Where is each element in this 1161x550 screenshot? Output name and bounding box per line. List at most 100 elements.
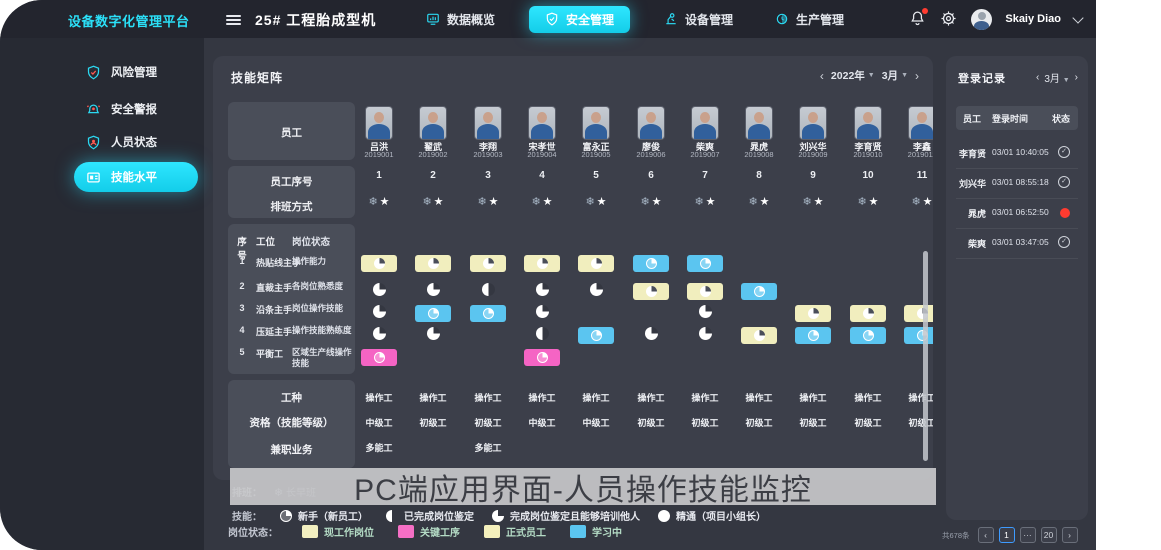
skill-level-half-icon <box>536 327 549 340</box>
skill-level-quarter-icon <box>646 258 657 269</box>
page-button-···[interactable]: ··· <box>1020 527 1036 543</box>
tab-4[interactable]: 生产管理 <box>767 7 852 32</box>
skill-cell[interactable] <box>624 283 678 300</box>
user-name[interactable]: Skaiy Diao <box>1005 13 1061 25</box>
vertical-scrollbar[interactable] <box>923 251 928 461</box>
sidebar-item-1[interactable]: 风险管理 <box>86 60 157 84</box>
status-color-swatch <box>570 525 586 538</box>
skill-cell[interactable] <box>515 349 569 366</box>
star-icon: ★ <box>597 196 607 208</box>
skill-cell[interactable] <box>515 255 569 272</box>
sidebar-item-2[interactable]: 安全警报 <box>86 97 157 121</box>
employee-no: 5 <box>569 170 623 181</box>
snowflake-icon: ❄ <box>585 196 594 208</box>
skill-cell[interactable] <box>461 305 515 322</box>
skill-cell[interactable] <box>515 327 569 345</box>
skill-cell[interactable] <box>841 327 895 344</box>
station-no: 3 <box>234 303 250 313</box>
skill-cell[interactable] <box>406 305 460 322</box>
employee-column: 翟武20190022❄★操作工初级工 <box>406 56 460 480</box>
skill-cell[interactable] <box>732 283 786 300</box>
notification-bell-icon[interactable] <box>909 10 927 28</box>
page-button-›[interactable]: › <box>1062 527 1078 543</box>
station-status: 操作能力 <box>292 256 352 267</box>
skill-cell[interactable] <box>786 327 840 344</box>
skill-cell[interactable] <box>841 305 895 322</box>
page-button-20[interactable]: 20 <box>1041 527 1057 543</box>
page-button-‹[interactable]: ‹ <box>978 527 994 543</box>
tab-label: 安全管理 <box>566 11 614 28</box>
station-status: 各岗位熟悉度 <box>292 281 352 292</box>
star-icon: ★ <box>489 196 499 208</box>
user-avatar[interactable] <box>971 9 992 30</box>
skill-cell[interactable] <box>678 283 732 300</box>
sidebar-item-label: 风险管理 <box>111 64 157 80</box>
skill-cell[interactable] <box>352 305 406 323</box>
sidebar-item-4[interactable]: 技能水平 <box>74 162 198 192</box>
station-name: 沿条主手 <box>256 303 292 316</box>
skill-cell[interactable] <box>624 327 678 345</box>
employee-id: 2019002 <box>406 150 460 159</box>
settings-gear-icon[interactable] <box>940 10 958 28</box>
skill-badge-pink <box>361 349 397 366</box>
login-row: 晁虎03/01 06:52:50 <box>956 198 1078 229</box>
grade-value: 初级工 <box>461 416 515 429</box>
skill-level-three-quarter-icon <box>373 305 386 318</box>
skill-cell[interactable] <box>678 305 732 323</box>
skill-cell[interactable] <box>569 327 623 344</box>
tab-2[interactable]: 安全管理 <box>529 6 630 33</box>
skill-level-three-quarter-icon <box>373 283 386 296</box>
header-employee: 员工 <box>963 112 981 125</box>
shift-icons: ❄★ <box>678 195 732 208</box>
skill-cell[interactable] <box>786 305 840 322</box>
skill-matrix-panel: 技能矩阵 ‹ 2022年▼ 3月▼ › 员工 员工序号 排班方式 序号 工位 岗… <box>213 56 933 480</box>
skill-cell[interactable] <box>624 255 678 272</box>
skill-cell[interactable] <box>352 255 406 272</box>
skill-level-three-quarter-icon <box>646 286 657 297</box>
tab-3[interactable]: 设备管理 <box>656 7 741 32</box>
user-menu-chevron-down-icon[interactable] <box>1072 12 1083 23</box>
skill-cell[interactable] <box>678 327 732 345</box>
skill-cell[interactable] <box>461 283 515 301</box>
work-type-value: 操作工 <box>406 391 460 404</box>
skill-level-quarter-icon <box>537 352 548 363</box>
skill-cell[interactable] <box>406 327 460 345</box>
next-month-button[interactable]: › <box>1075 72 1078 83</box>
skill-cell[interactable] <box>406 255 460 272</box>
star-icon: ★ <box>706 196 716 208</box>
employee-id: 2019001 <box>352 150 406 159</box>
status-color-swatch <box>484 525 500 538</box>
sidebar-item-3[interactable]: 人员状态 <box>86 130 157 154</box>
skill-cell[interactable] <box>515 305 569 323</box>
skill-legend-text: 精通（项目小组长） <box>676 508 766 523</box>
snowflake-icon: ❄ <box>477 196 486 208</box>
skill-badge-yellow <box>361 255 397 272</box>
sidebar: 风险管理安全警报人员状态技能水平 <box>0 38 204 550</box>
snowflake-icon: ❄ <box>640 196 649 208</box>
skill-level-three-quarter-icon <box>536 283 549 296</box>
employee-photo <box>637 106 665 140</box>
shift-icons: ❄★ <box>515 195 569 208</box>
skill-cell[interactable] <box>569 255 623 272</box>
skill-cell[interactable] <box>406 283 460 301</box>
employee-id: 2019007 <box>678 150 732 159</box>
page-button-1[interactable]: 1 <box>999 527 1015 543</box>
skill-cell[interactable] <box>732 327 786 344</box>
skill-cell[interactable] <box>461 255 515 272</box>
skill-cell[interactable] <box>569 283 623 301</box>
prev-month-button[interactable]: ‹ <box>1036 72 1039 83</box>
skill-cell[interactable] <box>678 255 732 272</box>
sidebar-collapse-icon[interactable] <box>226 13 241 25</box>
station-status: 区域生产线操作技能 <box>292 347 352 369</box>
employee-id: 2019011 <box>895 150 933 159</box>
skill-cell[interactable] <box>352 327 406 345</box>
top-nav-tabs: 数据概览 安全管理 设备管理 生产管理 <box>418 0 852 38</box>
login-time: 03/01 06:52:50 <box>992 207 1049 217</box>
skill-level-three-quarter-icon <box>699 305 712 318</box>
status-ok-icon: ✓ <box>1058 146 1070 158</box>
skill-cell[interactable] <box>352 349 406 366</box>
tab-1[interactable]: 数据概览 <box>418 7 503 32</box>
month-select[interactable]: 3月 ▼ <box>1044 70 1069 85</box>
skill-cell[interactable] <box>352 283 406 301</box>
skill-cell[interactable] <box>515 283 569 301</box>
